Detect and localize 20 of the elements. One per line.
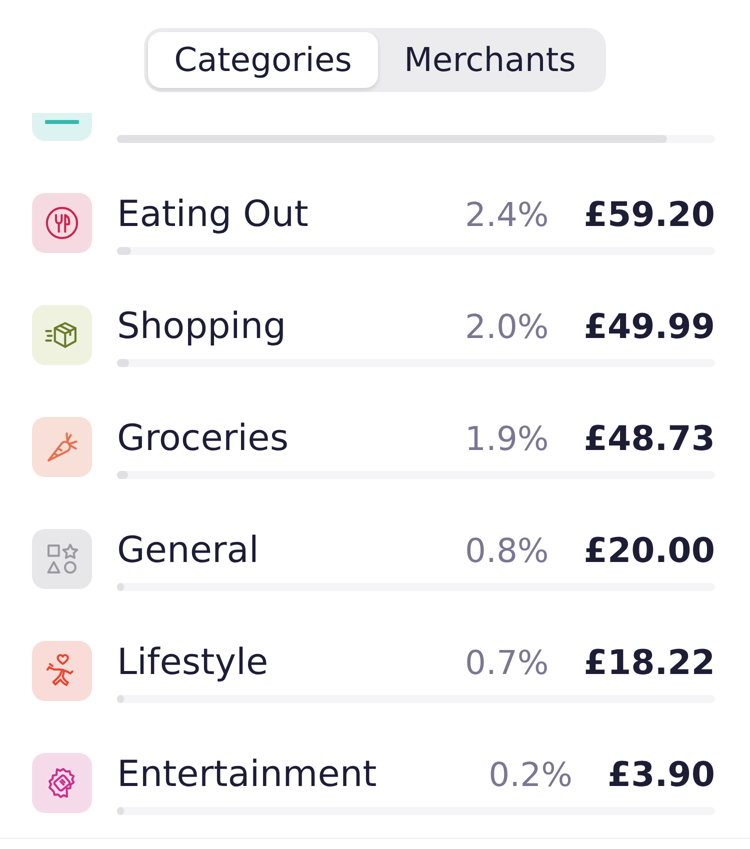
category-percentage: 1.9% xyxy=(464,418,549,460)
category-amount: £20.00 xyxy=(584,530,715,573)
category-name: Groceries xyxy=(117,418,289,459)
category-percentage: 0.7% xyxy=(464,642,549,684)
category-name: Entertainment xyxy=(117,754,377,795)
category-amount: £48.73 xyxy=(584,418,715,461)
segment-tab[interactable]: Merchants xyxy=(378,32,602,88)
category-name: General xyxy=(117,530,259,571)
category-name: Lifestyle xyxy=(117,642,268,683)
category-amount: £18.22 xyxy=(584,642,715,685)
category-percentage: 2.0% xyxy=(464,306,549,348)
category-percentage: 0.8% xyxy=(464,530,549,572)
category-amount: £59.20 xyxy=(584,194,715,237)
category-percentage: 2.4% xyxy=(464,194,549,236)
category-amount: £49.99 xyxy=(584,306,715,349)
segment-tab[interactable]: Categories xyxy=(148,32,378,88)
category-percentage: 0.2% xyxy=(488,754,572,796)
category-name: Eating Out xyxy=(117,194,308,235)
category-amount: £3.90 xyxy=(607,754,715,797)
category-name: Shopping xyxy=(117,306,286,347)
